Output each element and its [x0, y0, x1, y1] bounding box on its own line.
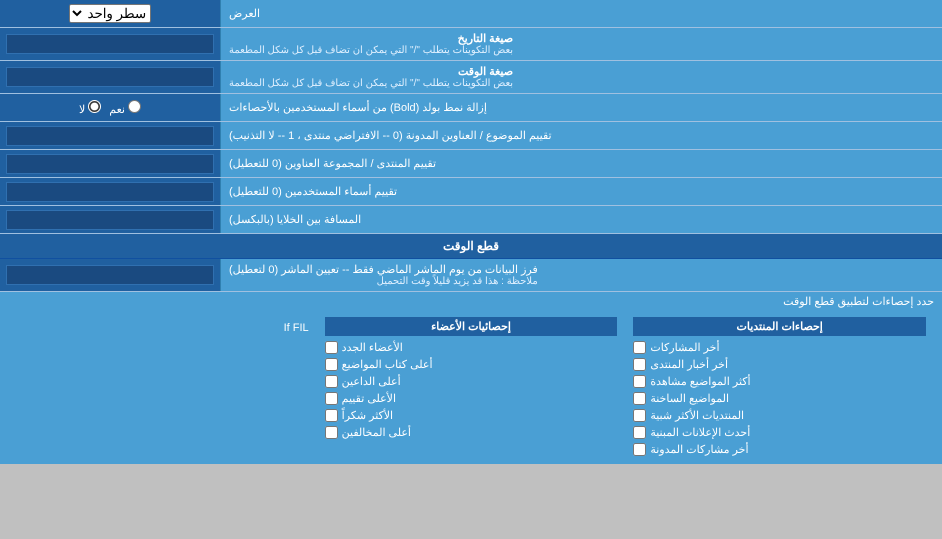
item-spacing-input[interactable]: 2: [6, 210, 214, 230]
item-spacing-label: المسافة بين الخلايا (بالبكسل): [220, 206, 942, 233]
main-container: العرض سطر واحد سطران ثلاثة أسطر صيغة الت…: [0, 0, 942, 464]
checkboxes-grid: إحصاءات المنتديات أخر المشاركات أخر أخبا…: [8, 315, 934, 460]
topic-sort-row: تقييم الموضوع / العناوين المدونة (0 -- ا…: [0, 122, 942, 150]
display-mode-dropdown[interactable]: سطر واحد سطران ثلاثة أسطر: [69, 4, 151, 23]
member-new: الأعضاء الجدد: [325, 339, 618, 356]
cutoff-label: فرز البيانات من يوم الماشر الماضي فقط --…: [220, 259, 942, 291]
topic-sort-label: تقييم الموضوع / العناوين المدونة (0 -- ا…: [220, 122, 942, 149]
member-top-posters: أعلى الداعين: [325, 373, 618, 390]
topic-sort-input-area: 33: [0, 122, 220, 149]
cb-announcements[interactable]: [633, 426, 646, 439]
cb-top-violators[interactable]: [325, 426, 338, 439]
time-format-input[interactable]: H:i: [6, 67, 214, 87]
cb-last-posts[interactable]: [633, 341, 646, 354]
member-top-rated: الأعلى تقييم: [325, 390, 618, 407]
radio-yes-label: نعم: [109, 100, 141, 116]
bottom-cutoff-label-row: حدد إحصاءات لتطبيق قطع الوقت: [0, 292, 942, 311]
member-top-writers: أعلى كتاب المواضيع: [325, 356, 618, 373]
header-text: العرض: [229, 7, 260, 20]
forum-sort-input-area: 33: [0, 150, 220, 177]
time-format-row: صيغة الوقت بعض التكوينات يتطلب "/" التي …: [0, 61, 942, 94]
topic-sort-text: تقييم الموضوع / العناوين المدونة (0 -- ا…: [229, 129, 552, 142]
item-spacing-text: المسافة بين الخلايا (بالبكسل): [229, 213, 361, 226]
radio-no-label: لا: [79, 100, 101, 116]
bold-remove-text: إزالة نمط بولد (Bold) من أسماء المستخدمي…: [229, 101, 487, 114]
user-sort-input[interactable]: 0: [6, 182, 214, 202]
forum-blog-posts: أخر مشاركات المدونة: [633, 441, 926, 458]
user-sort-row: تقييم أسماء المستخدمين (0 للتعطيل) 0: [0, 178, 942, 206]
cb-top-writers[interactable]: [325, 358, 338, 371]
checkbox-col-extra: If FIL: [8, 315, 317, 460]
user-sort-text: تقييم أسماء المستخدمين (0 للتعطيل): [229, 185, 397, 198]
bold-remove-row: إزالة نمط بولد (Bold) من أسماء المستخدمي…: [0, 94, 942, 122]
time-format-label: صيغة الوقت بعض التكوينات يتطلب "/" التي …: [220, 61, 942, 93]
date-format-input-area: d-m: [0, 28, 220, 60]
bold-remove-label: إزالة نمط بولد (Bold) من أسماء المستخدمي…: [220, 94, 942, 121]
forum-last-posts: أخر المشاركات: [633, 339, 926, 356]
cb-new-members[interactable]: [325, 341, 338, 354]
forum-sort-text: تقييم المنتدى / المجموعة العناوين (0 للت…: [229, 157, 436, 170]
item-spacing-input-area: 2: [0, 206, 220, 233]
user-sort-input-area: 0: [0, 178, 220, 205]
forum-sort-row: تقييم المنتدى / المجموعة العناوين (0 للت…: [0, 150, 942, 178]
forum-sort-input[interactable]: 33: [6, 154, 214, 174]
date-format-text: صيغة التاريخ: [229, 32, 513, 45]
item-spacing-row: المسافة بين الخلايا (بالبكسل) 2: [0, 206, 942, 234]
cutoff-input[interactable]: 0: [6, 265, 214, 285]
cb-hot-topics[interactable]: [633, 392, 646, 405]
time-format-text: صيغة الوقت: [229, 65, 513, 78]
cutoff-section-title: قطع الوقت: [443, 239, 499, 253]
bottom-cutoff-label: حدد إحصاءات لتطبيق قطع الوقت: [783, 296, 934, 308]
time-format-sublabel: بعض التكوينات يتطلب "/" التي يمكن ان تضا…: [229, 78, 513, 89]
forum-latest-announcements: أحدث الإعلانات المبنية: [633, 424, 926, 441]
header-label: العرض: [220, 0, 942, 27]
cutoff-input-area: 0: [0, 259, 220, 291]
forum-last-news: أخر أخبار المنتدى: [633, 356, 926, 373]
cb-similar-forums[interactable]: [633, 409, 646, 422]
cutoff-row: فرز البيانات من يوم الماشر الماضي فقط --…: [0, 259, 942, 292]
cb-most-viewed[interactable]: [633, 375, 646, 388]
cb-last-news[interactable]: [633, 358, 646, 371]
cb-most-thanks[interactable]: [325, 409, 338, 422]
forum-most-viewed: أكثر المواضيع مشاهدة: [633, 373, 926, 390]
member-top-violators: أعلى المخالفين: [325, 424, 618, 441]
cb-top-rated[interactable]: [325, 392, 338, 405]
member-most-thanks: الأكثر شكراً: [325, 407, 618, 424]
user-sort-label: تقييم أسماء المستخدمين (0 للتعطيل): [220, 178, 942, 205]
radio-no[interactable]: [88, 100, 101, 113]
member-stats-header: إحصائيات الأعضاء: [325, 317, 618, 336]
topic-sort-input[interactable]: 33: [6, 126, 214, 146]
col3-label: If FIL: [284, 322, 309, 334]
checkbox-col-members: إحصائيات الأعضاء الأعضاء الجدد أعلى كتاب…: [317, 315, 626, 460]
cutoff-section-header: قطع الوقت: [0, 234, 942, 259]
radio-yes[interactable]: [128, 100, 141, 113]
cutoff-text: فرز البيانات من يوم الماشر الماضي فقط --…: [229, 263, 538, 276]
date-format-input[interactable]: d-m: [6, 34, 214, 54]
date-format-sublabel: بعض التكوينات يتطلب "/" التي يمكن ان تضا…: [229, 45, 513, 56]
checkbox-col-forums: إحصاءات المنتديات أخر المشاركات أخر أخبا…: [625, 315, 934, 460]
forum-similar: المنتديات الأكثر شبية: [633, 407, 926, 424]
cutoff-sublabel: ملاحظة : هذا قد يزيد قليلاً وقت التحميل: [229, 276, 538, 287]
date-format-label: صيغة التاريخ بعض التكوينات يتطلب "/" الت…: [220, 28, 942, 60]
forum-stats-header: إحصاءات المنتديات: [633, 317, 926, 336]
checkboxes-section: إحصاءات المنتديات أخر المشاركات أخر أخبا…: [0, 311, 942, 464]
header-row: العرض سطر واحد سطران ثلاثة أسطر: [0, 0, 942, 28]
header-input-area: سطر واحد سطران ثلاثة أسطر: [0, 0, 220, 27]
bold-remove-input-area: نعم لا: [0, 94, 220, 121]
forum-sort-label: تقييم المنتدى / المجموعة العناوين (0 للت…: [220, 150, 942, 177]
date-format-row: صيغة التاريخ بعض التكوينات يتطلب "/" الت…: [0, 28, 942, 61]
cb-top-posters[interactable]: [325, 375, 338, 388]
time-format-input-area: H:i: [0, 61, 220, 93]
cb-blog-posts[interactable]: [633, 443, 646, 456]
forum-hot-topics: المواضيع الساخنة: [633, 390, 926, 407]
